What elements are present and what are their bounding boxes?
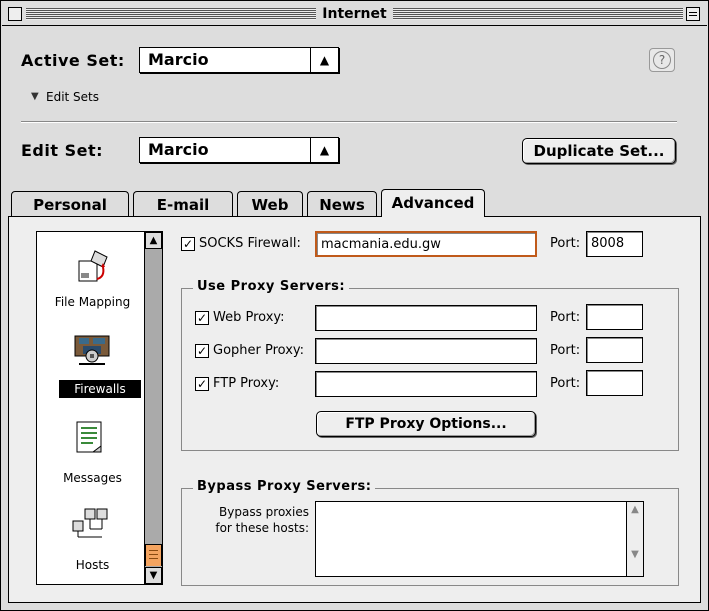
file-mapping-icon[interactable] — [77, 247, 109, 283]
scroll-up-arrow-icon[interactable]: ▲ — [627, 504, 643, 515]
tab-email[interactable]: E-mail — [133, 191, 233, 217]
gopher-proxy-checkbox[interactable]: ✓ — [195, 344, 209, 358]
help-button[interactable]: ? — [649, 48, 675, 72]
socks-firewall-input[interactable]: macmania.edu.gw — [315, 231, 537, 257]
bypass-hosts-textarea[interactable]: ▲ ▼ — [315, 501, 644, 577]
ftp-proxy-port-label: Port: — [550, 376, 581, 391]
hosts-icon[interactable] — [71, 507, 108, 543]
popup-arrows-icon: ▲ — [310, 138, 338, 162]
ftp-proxy-options-button[interactable]: FTP Proxy Options... — [316, 411, 536, 437]
window-title: Internet — [316, 6, 393, 22]
tab-personal[interactable]: Personal — [11, 191, 129, 217]
web-proxy-checkbox[interactable]: ✓ — [195, 311, 209, 325]
ftp-proxy-input[interactable] — [315, 371, 537, 397]
ftp-proxy-port-input[interactable] — [586, 370, 643, 396]
gopher-proxy-port-input[interactable] — [586, 337, 643, 363]
tab-advanced[interactable]: Advanced — [381, 189, 485, 217]
gopher-proxy-port-label: Port: — [550, 343, 581, 358]
internet-window: Internet Active Set: Marcio ▲ ? ▼ Edit S… — [0, 0, 709, 611]
firewalls-icon[interactable] — [73, 332, 110, 368]
popup-arrows-icon: ▲ — [310, 48, 338, 72]
collapse-box-icon[interactable] — [686, 7, 700, 21]
sidebar-item-hosts[interactable]: Hosts — [39, 558, 146, 572]
active-set-value: Marcio — [148, 50, 209, 69]
duplicate-set-button[interactable]: Duplicate Set... — [522, 138, 676, 164]
help-icon: ? — [653, 51, 671, 69]
gopher-proxy-input[interactable] — [315, 338, 537, 364]
proxy-servers-title: Use Proxy Servers: — [193, 279, 350, 294]
active-set-popup[interactable]: Marcio ▲ — [139, 47, 339, 73]
scroll-down-arrow-icon[interactable]: ▼ — [627, 549, 643, 560]
scroll-up-arrow-icon[interactable]: ▲ — [145, 232, 162, 249]
web-proxy-port-label: Port: — [550, 310, 581, 325]
socks-port-input[interactable]: 8008 — [586, 231, 643, 257]
gopher-proxy-label: Gopher Proxy: — [213, 343, 305, 358]
ftp-proxy-checkbox[interactable]: ✓ — [195, 377, 209, 391]
edit-set-value: Marcio — [148, 140, 209, 159]
disclosure-triangle-icon[interactable]: ▼ — [31, 91, 39, 102]
sidebar-item-file-mapping[interactable]: File Mapping — [39, 295, 146, 309]
bypass-hosts-label-line2: for these hosts: — [215, 521, 309, 535]
messages-icon[interactable] — [73, 420, 105, 456]
bypass-scrollbar[interactable]: ▲ ▼ — [626, 502, 643, 576]
active-set-label: Active Set: — [21, 51, 125, 70]
scroll-down-arrow-icon[interactable]: ▼ — [145, 567, 162, 584]
socks-checkbox[interactable]: ✓ — [181, 237, 195, 251]
edit-set-popup[interactable]: Marcio ▲ — [139, 137, 339, 163]
web-proxy-port-input[interactable] — [586, 304, 643, 330]
title-bar[interactable]: Internet — [2, 2, 707, 26]
edit-sets-label[interactable]: Edit Sets — [46, 90, 99, 104]
divider — [21, 121, 677, 123]
bypass-proxy-title: Bypass Proxy Servers: — [193, 479, 376, 494]
tab-web[interactable]: Web — [237, 191, 303, 217]
sidebar-item-messages[interactable]: Messages — [39, 471, 146, 485]
edit-set-label: Edit Set: — [21, 141, 104, 160]
web-proxy-input[interactable] — [315, 305, 537, 331]
socks-port-label: Port: — [550, 236, 581, 251]
web-proxy-label: Web Proxy: — [213, 310, 285, 325]
tab-news[interactable]: News — [307, 191, 377, 217]
close-box-icon[interactable] — [8, 7, 22, 21]
ftp-proxy-label: FTP Proxy: — [213, 376, 280, 391]
sidebar-scrollbar[interactable]: ▲ ▼ — [144, 231, 163, 585]
socks-firewall-label: SOCKS Firewall: — [199, 236, 301, 251]
bypass-hosts-label-line1: Bypass proxies — [219, 505, 309, 519]
scroll-thumb[interactable] — [145, 544, 162, 566]
sidebar-item-firewalls[interactable]: Firewalls — [59, 380, 141, 398]
